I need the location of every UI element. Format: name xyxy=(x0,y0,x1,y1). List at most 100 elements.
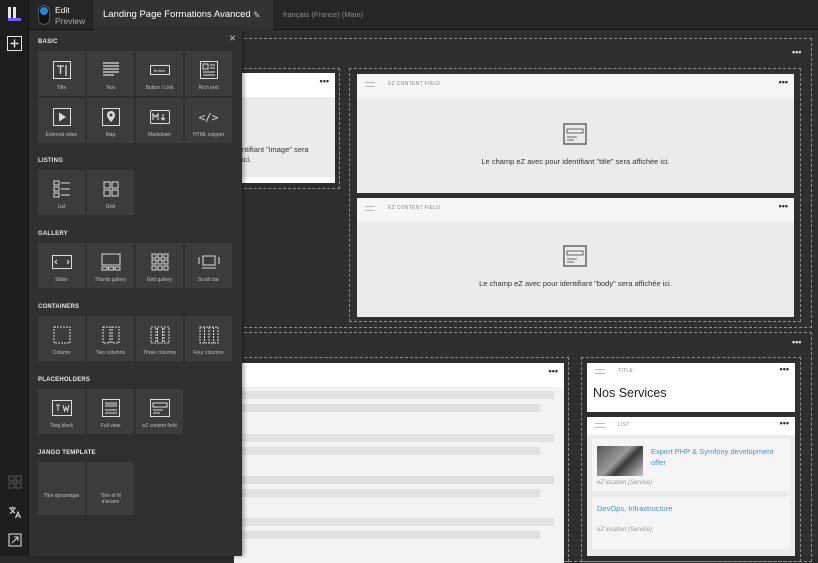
block-tile-two-columns[interactable]: Two columns xyxy=(87,316,134,361)
block-tile-label: Thumb gallery xyxy=(94,277,127,283)
text-line xyxy=(242,531,540,539)
edit-preview-toggle[interactable] xyxy=(38,5,50,25)
block-tile-label: Text xyxy=(105,85,116,91)
block-tile-button-link[interactable]: Button Button / Link xyxy=(136,51,183,96)
block-tile-grid[interactable]: Grid xyxy=(87,170,134,215)
block-tile-label: Column xyxy=(52,350,71,356)
add-block-button[interactable] xyxy=(4,33,25,54)
section-title-listing: LISTING xyxy=(38,158,64,164)
language-label: français (France) (Main) xyxy=(283,10,364,19)
block-tile-label: Scroll bar xyxy=(197,277,220,283)
block-tile-label: Rich text xyxy=(198,85,219,91)
text-line xyxy=(242,489,540,497)
block-tile-title[interactable]: Title xyxy=(38,51,85,96)
title-block-label: TITLE xyxy=(618,368,634,374)
text-line xyxy=(242,434,554,442)
block-tile-label: Map xyxy=(105,132,116,138)
field-placeholder-icon xyxy=(563,122,587,151)
list-item-location: eZ location (Service) xyxy=(597,527,653,533)
block-tile-label: External video xyxy=(45,132,78,138)
block-tile-titre-fil-ariane[interactable]: Titre et fil d'ariane xyxy=(87,462,134,515)
block-tile-label: eZ content field xyxy=(142,423,177,429)
block-tile-column[interactable]: Column xyxy=(38,316,85,361)
block-tile-external-video[interactable]: External video xyxy=(38,98,85,143)
block-tile-label: Title xyxy=(56,85,67,91)
block-tile-label: Markdown xyxy=(147,132,172,138)
card-menu-dots[interactable]: ••• xyxy=(780,418,789,428)
block-tile-grid-gallery[interactable]: Grid gallery xyxy=(136,243,183,288)
page-title: Landing Page Formations Avanced xyxy=(103,9,251,20)
block-tile-ez-content-field[interactable]: eZ content field xyxy=(136,389,183,434)
block-tile-label: Grid gallery xyxy=(146,277,173,283)
block-tile-four-columns[interactable]: Four columns xyxy=(185,316,232,361)
block-tile-twig-block[interactable]: Twig block xyxy=(38,389,85,434)
block-tile-label: Full view xyxy=(100,423,121,429)
button-icon: Button xyxy=(149,65,170,75)
block-tile-list[interactable]: List xyxy=(38,170,85,215)
app-logo xyxy=(7,6,22,22)
block-tile-scroll-bar[interactable]: Scroll bar xyxy=(185,243,232,288)
block-tile-titre-dynamique[interactable]: Titre dynamique xyxy=(38,462,85,515)
section-title-placeholders: PLACEHOLDERS xyxy=(38,377,91,383)
edit-mode-label[interactable]: Edit xyxy=(55,5,70,15)
block-tile-label: Grid xyxy=(105,204,116,210)
image-field-text-2: ici. xyxy=(242,155,252,164)
block-tile-label: HTML snippet xyxy=(193,132,224,138)
translate-icon[interactable] xyxy=(4,501,25,522)
list-item-thumbnail xyxy=(597,446,643,476)
list-block-card[interactable]: LIST ••• Expert PHP & Symfony development… xyxy=(587,417,795,556)
section-title-jango-template: JANGO TEMPLATE xyxy=(38,450,96,456)
text-line xyxy=(242,391,554,399)
block-tile-rich-text[interactable]: Rich text xyxy=(185,51,232,96)
card-menu-dots[interactable]: ••• xyxy=(779,201,788,211)
body-field-text: Le champ eZ avec pour identifiant "body"… xyxy=(479,279,672,288)
card-menu-dots[interactable]: ••• xyxy=(780,364,789,374)
title-field-card[interactable]: EZ CONTENT FIELD ••• Le champ eZ avec pou… xyxy=(357,74,794,193)
card-menu-dots[interactable]: ••• xyxy=(549,366,558,376)
block-tile-label: Titre dynamique xyxy=(43,493,80,499)
card-menu-dots[interactable]: ••• xyxy=(320,76,329,86)
block-tile-text[interactable]: Text xyxy=(87,51,134,96)
field-label: EZ CONTENT FIELD xyxy=(388,81,441,87)
block-tile-label: Slider xyxy=(55,277,68,283)
block-tile-label: Twig block xyxy=(49,423,74,429)
field-placeholder-icon xyxy=(563,244,587,273)
block-tile-html-snippet[interactable]: </> HTML snippet xyxy=(185,98,232,143)
text-card[interactable]: ••• xyxy=(234,363,564,563)
zone-top-menu[interactable]: ••• xyxy=(792,47,801,57)
block-tile-map[interactable]: Map xyxy=(87,98,134,143)
zone-bottom-menu[interactable]: ••• xyxy=(792,337,801,347)
block-tile-label: Two columns xyxy=(95,350,126,356)
block-tile-markdown[interactable]: Markdown xyxy=(136,98,183,143)
fullscreen-icon[interactable] xyxy=(4,529,25,550)
block-tile-label: Titre et fil d'ariane xyxy=(100,493,121,505)
section-title-containers: CONTAINERS xyxy=(38,304,80,310)
preview-mode-label[interactable]: Preview xyxy=(55,16,85,26)
block-tile-slider[interactable]: Slider xyxy=(38,243,85,288)
list-block-label: LIST xyxy=(618,422,630,428)
block-tile-label: Button / Link xyxy=(145,85,174,91)
text-line xyxy=(242,518,554,526)
title-field-text: Le champ eZ avec pour identifiant "title… xyxy=(481,157,670,166)
left-rail xyxy=(0,0,29,556)
block-tile-label: List xyxy=(57,204,66,210)
image-field-card[interactable]: ••• ntifiant "image" sera ici. xyxy=(234,73,335,183)
block-tile-three-columns[interactable]: Three columns xyxy=(136,316,183,361)
block-tile-thumb-gallery[interactable]: Thumb gallery xyxy=(87,243,134,288)
close-icon[interactable]: × xyxy=(229,31,236,45)
section-title-gallery: GALLERY xyxy=(38,231,68,237)
list-item-title[interactable]: DevOps, Infrastructure xyxy=(597,503,672,514)
card-menu-dots[interactable]: ••• xyxy=(779,77,788,87)
services-heading: Nos Services xyxy=(593,386,667,400)
block-tile-label: Three columns xyxy=(142,350,177,356)
text-line xyxy=(242,447,540,455)
body-field-card[interactable]: EZ CONTENT FIELD ••• Le champ eZ avec pou… xyxy=(357,198,794,317)
code-icon: </> xyxy=(198,110,219,124)
block-tile-full-view[interactable]: Full view xyxy=(87,389,134,434)
pencil-icon[interactable]: ✎ xyxy=(253,10,261,21)
list-item[interactable]: Expert PHP & Symfony development offer e… xyxy=(592,439,790,491)
title-block-card[interactable]: TITLE ••• Nos Services xyxy=(587,363,795,412)
structure-icon[interactable] xyxy=(4,471,25,492)
list-item-title[interactable]: Expert PHP & Symfony development offer xyxy=(651,446,787,468)
list-item[interactable]: DevOps, Infrastructure eZ location (Serv… xyxy=(592,497,790,549)
